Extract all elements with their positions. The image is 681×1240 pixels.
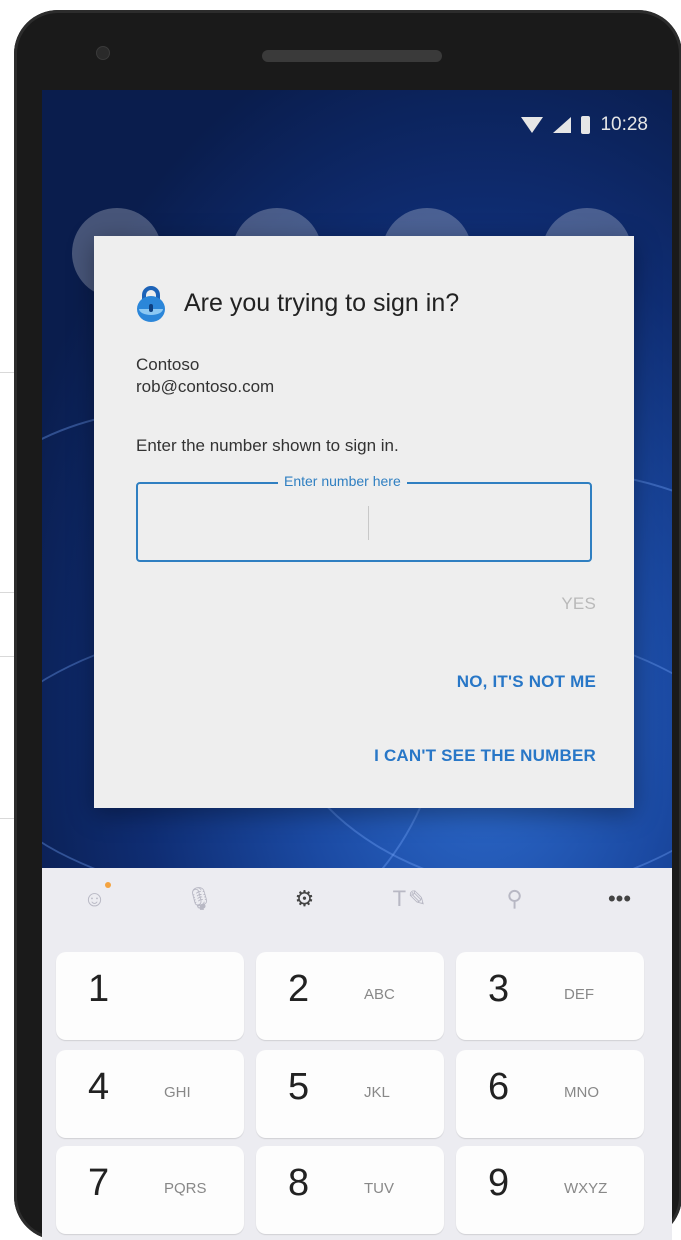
number-input-label: Enter number here: [278, 473, 407, 489]
key-3[interactable]: 3 DEF: [456, 952, 644, 1040]
more-icon[interactable]: •••: [602, 886, 638, 912]
key-digit: 5: [288, 1066, 310, 1108]
account-email: rob@contoso.com: [136, 377, 275, 396]
key-2[interactable]: 2 ABC: [256, 952, 444, 1040]
key-letters: MNO: [564, 1084, 599, 1101]
key-digit: 9: [488, 1162, 510, 1204]
key-digit: 7: [88, 1162, 110, 1204]
dialog-title: Are you trying to sign in?: [184, 288, 460, 317]
key-9[interactable]: 9 WXYZ: [456, 1146, 644, 1234]
emoji-icon[interactable]: ☺: [77, 882, 113, 912]
keyboard-toolbar: ☺ 🎙 ⚙ T ✎ ⚲ •••: [42, 868, 672, 930]
authenticator-lock-icon: [137, 286, 165, 322]
key-1[interactable]: 1: [56, 952, 244, 1040]
not-me-button[interactable]: NO, IT'S NOT ME: [457, 672, 596, 692]
phone-screen: 10:28 Are you trying to sign in? Contoso…: [42, 90, 672, 1240]
key-6[interactable]: 6 MNO: [456, 1050, 644, 1138]
key-letters: JKL: [364, 1084, 390, 1101]
key-5[interactable]: 5 JKL: [256, 1050, 444, 1138]
key-letters: WXYZ: [564, 1180, 608, 1197]
instruction-text: Enter the number shown to sign in.: [136, 436, 399, 455]
cell-signal-icon: [553, 117, 572, 133]
notification-dot: [104, 882, 111, 888]
wifi-icon: [521, 117, 544, 133]
search-icon[interactable]: ⚲: [497, 886, 533, 912]
number-input[interactable]: Enter number here: [136, 473, 592, 562]
key-8[interactable]: 8 TUV: [256, 1146, 444, 1234]
cant-see-number-button[interactable]: I CAN'T SEE THE NUMBER: [374, 746, 596, 766]
key-digit: 1: [88, 968, 110, 1010]
key-letters: ABC: [364, 986, 395, 1003]
key-7[interactable]: 7 PQRS: [56, 1146, 244, 1234]
account-info: Contoso rob@contoso.com: [136, 354, 274, 398]
key-digit: 3: [488, 968, 510, 1010]
organization-name: Contoso: [136, 355, 200, 374]
key-digit: 2: [288, 968, 310, 1010]
front-camera: [96, 46, 110, 60]
key-letters: GHI: [164, 1084, 191, 1101]
key-digit: 6: [488, 1066, 510, 1108]
key-digit: 8: [288, 1162, 310, 1204]
key-letters: DEF: [564, 986, 594, 1003]
dialog-header: Are you trying to sign in?: [136, 284, 459, 322]
text-cursor: [368, 506, 369, 540]
mic-icon[interactable]: 🎙: [182, 886, 218, 912]
settings-icon[interactable]: ⚙: [287, 886, 323, 912]
yes-button[interactable]: YES: [561, 594, 596, 614]
battery-icon: [581, 116, 591, 134]
key-letters: PQRS: [164, 1180, 207, 1197]
key-letters: TUV: [364, 1180, 394, 1197]
numeric-keyboard: ☺ 🎙 ⚙ T ✎ ⚲ ••• 1 2 ABC 3 DEF 4 GHI 5 JK…: [42, 868, 672, 1240]
phone-frame: 10:28 Are you trying to sign in? Contoso…: [14, 10, 681, 1240]
sign-in-approval-dialog: Are you trying to sign in? Contoso rob@c…: [94, 236, 634, 808]
key-4[interactable]: 4 GHI: [56, 1050, 244, 1138]
status-bar: 10:28: [521, 114, 648, 136]
handwriting-icon[interactable]: T ✎: [392, 886, 428, 912]
status-time: 10:28: [600, 114, 648, 135]
key-digit: 4: [88, 1066, 110, 1108]
earpiece-speaker: [262, 50, 442, 62]
